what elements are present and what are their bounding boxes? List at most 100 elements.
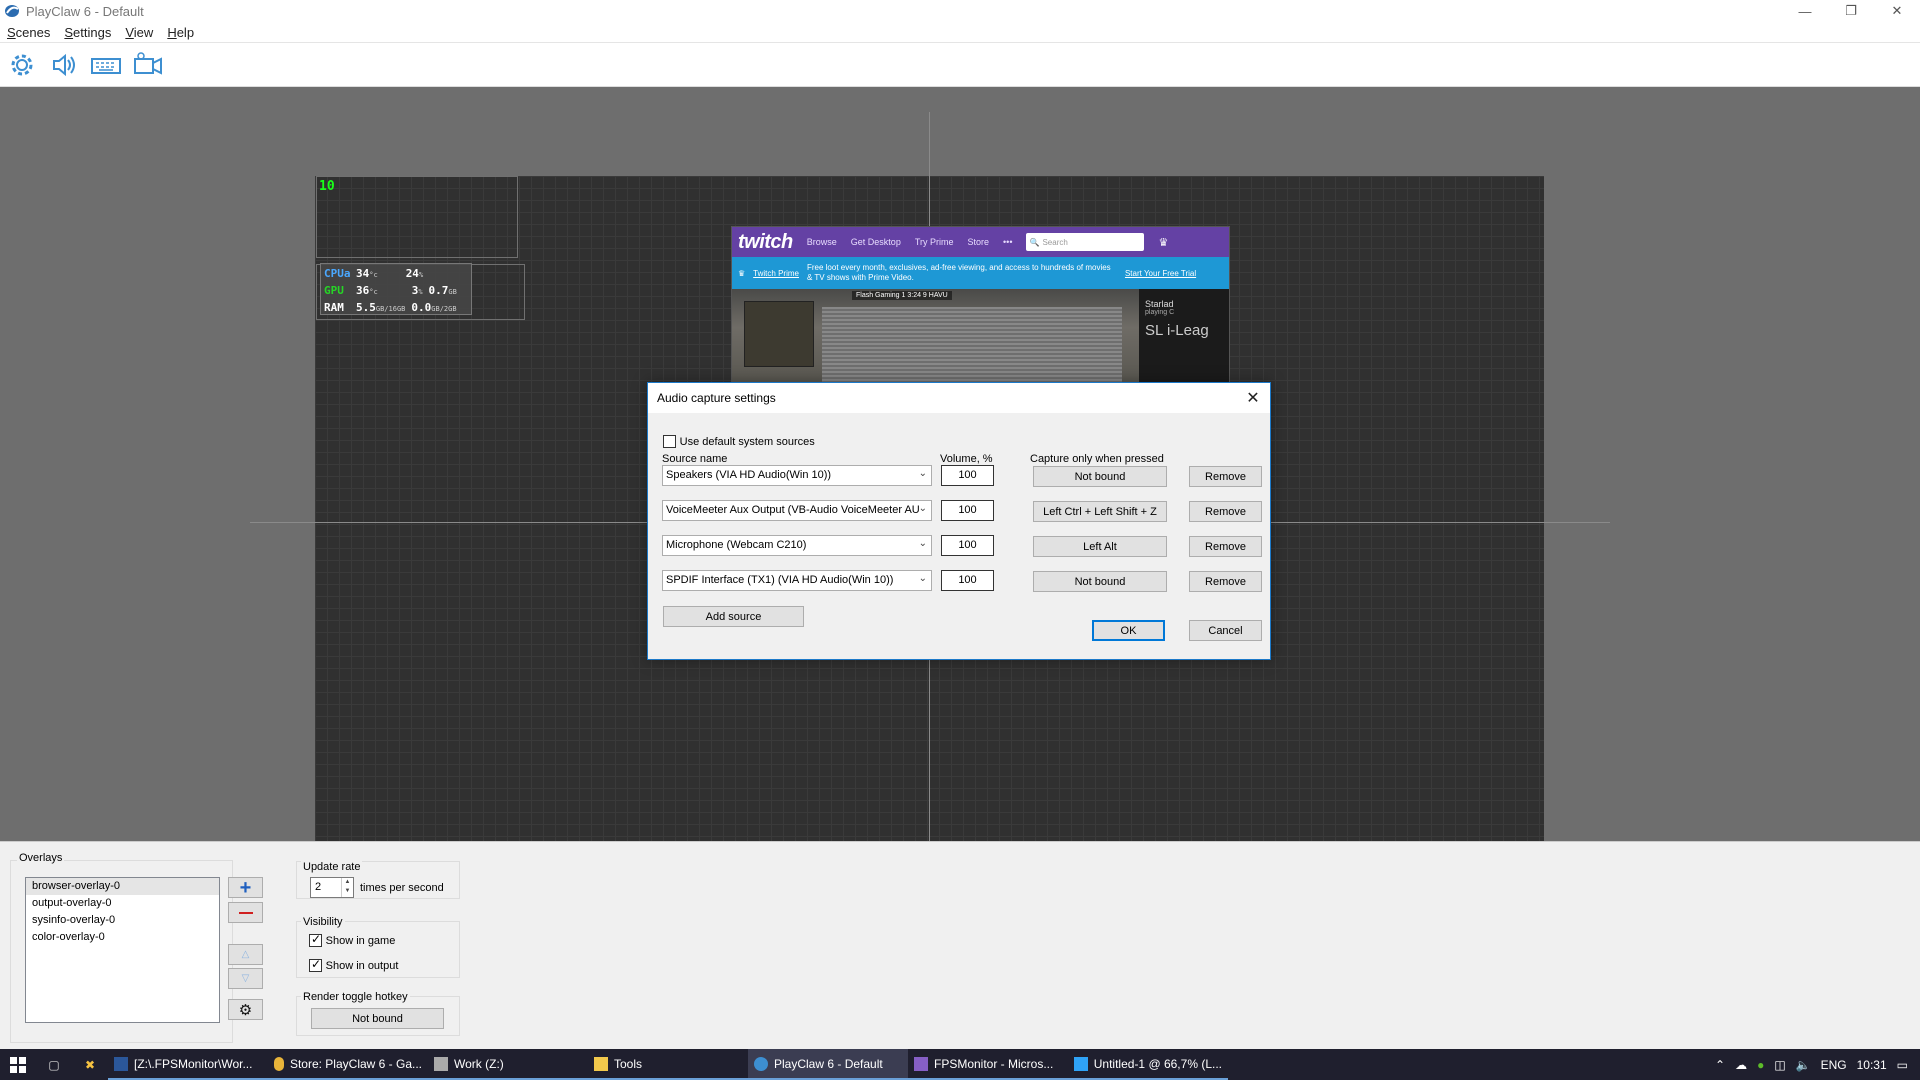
list-item[interactable]: sysinfo-overlay-0	[26, 912, 219, 929]
overlay-settings-button[interactable]: ⚙	[228, 999, 263, 1020]
visibility-title: Visibility	[301, 916, 345, 928]
chevron-down-icon: ⌄	[918, 503, 927, 514]
menu-view[interactable]: View	[118, 25, 160, 40]
taskbar-item[interactable]: Untitled-1 @ 66,7% (L...	[1068, 1049, 1228, 1080]
keyboard-settings-button[interactable]	[88, 47, 124, 83]
remove-button[interactable]: Remove	[1189, 536, 1262, 557]
gpu-mem-unit: GB	[448, 288, 457, 296]
hotkey-button[interactable]: Not bound	[1033, 466, 1167, 487]
volume-field[interactable]: 100	[941, 500, 994, 521]
onedrive-icon[interactable]: ☁	[1735, 1058, 1747, 1072]
stream-video: Flash Gaming 1 3:24 9 HAVU Starlad playi…	[732, 289, 1229, 385]
taskbar-item[interactable]: Work (Z:)	[428, 1049, 588, 1080]
channel-playing: playing C	[1145, 309, 1175, 316]
hotkey-button[interactable]: Left Alt	[1033, 536, 1167, 557]
list-item[interactable]: output-overlay-0	[26, 895, 219, 912]
hotkey-button[interactable]: Left Ctrl + Left Shift + Z	[1033, 501, 1167, 522]
remove-overlay-button[interactable]	[228, 902, 263, 923]
video-settings-button[interactable]	[130, 47, 166, 83]
list-item[interactable]: browser-overlay-0	[26, 878, 219, 895]
show-in-output-row: Show in output	[309, 957, 398, 973]
restore-button[interactable]: ❐	[1828, 0, 1874, 22]
taskbar-item-active[interactable]: PlayClaw 6 - Default	[748, 1049, 908, 1080]
clock[interactable]: 10:31	[1857, 1058, 1887, 1072]
channel-name: Starlad	[1145, 299, 1174, 309]
task-view-button[interactable]: ▢	[36, 1049, 72, 1080]
overlays-list[interactable]: browser-overlay-0 output-overlay-0 sysin…	[25, 877, 220, 1023]
photoshop-icon	[1074, 1056, 1088, 1071]
taskbar-item[interactable]: FPSMonitor - Micros...	[908, 1049, 1068, 1080]
list-item[interactable]: color-overlay-0	[26, 929, 219, 946]
volume-field[interactable]: 100	[941, 535, 994, 556]
channel-sidebar: Starlad playing C SL i-Leag	[1139, 289, 1229, 385]
render-toggle-hotkey-button[interactable]: Not bound	[311, 1008, 444, 1029]
app-tray-icon[interactable]: ●	[1757, 1058, 1764, 1072]
gpu-temp-value: 36	[356, 284, 370, 297]
show-in-game-checkbox[interactable]	[309, 932, 322, 948]
game-hud: Flash Gaming 1 3:24 9 HAVU	[852, 291, 952, 300]
prime-link: Twitch Prime	[753, 268, 799, 278]
language-indicator[interactable]: ENG	[1821, 1058, 1847, 1072]
close-icon[interactable]: ✕	[1242, 388, 1264, 408]
minus-icon	[238, 911, 253, 914]
spinner-arrows-icon[interactable]: ▲ ▼	[341, 878, 353, 897]
use-default-checkbox[interactable]	[663, 435, 676, 449]
source-select[interactable]: Microphone (Webcam C210) ⌄	[662, 535, 932, 556]
remove-button[interactable]: Remove	[1189, 501, 1262, 522]
menu-help[interactable]: Help	[160, 25, 201, 40]
notifications-icon[interactable]: ▭	[1897, 1058, 1908, 1072]
chevron-down-icon: ⌄	[918, 573, 927, 584]
minimize-button[interactable]: —	[1782, 0, 1828, 22]
dialog-title-bar: Audio capture settings ✕	[648, 383, 1270, 413]
gpu-load-unit: %	[418, 288, 423, 296]
chevron-up-icon[interactable]: ⌃	[1715, 1058, 1725, 1072]
menu-bar: Scenes Settings View Help	[0, 22, 1920, 43]
source-select[interactable]: VoiceMeeter Aux Output (VB-Audio VoiceMe…	[662, 500, 932, 521]
taskbar-item[interactable]: Tools	[588, 1049, 748, 1080]
hotkey-button[interactable]: Not bound	[1033, 571, 1167, 592]
fps-overlay-frame[interactable]	[316, 176, 518, 258]
volume-field[interactable]: 100	[941, 570, 994, 591]
visual-studio-icon	[914, 1056, 928, 1071]
move-down-button[interactable]: ▽	[228, 968, 263, 989]
taskbar-item[interactable]: Store: PlayClaw 6 - Ga...	[268, 1049, 428, 1080]
nav-try-prime: Try Prime	[914, 237, 954, 247]
cpu-temp-value: 34	[356, 267, 370, 280]
update-rate-spinner[interactable]: 2 ▲ ▼	[310, 877, 354, 898]
audio-settings-button[interactable]	[46, 47, 82, 83]
add-overlay-button[interactable]: +	[228, 877, 263, 898]
volume-field[interactable]: 100	[941, 465, 994, 486]
ok-button[interactable]: OK	[1092, 620, 1165, 641]
menu-settings[interactable]: Settings	[57, 25, 118, 40]
keyboard-icon	[91, 57, 121, 74]
add-source-button[interactable]: Add source	[663, 606, 804, 627]
menu-scenes[interactable]: Scenes	[0, 25, 57, 40]
remove-button[interactable]: Remove	[1189, 571, 1262, 592]
start-button[interactable]	[0, 1049, 36, 1080]
cancel-button[interactable]: Cancel	[1189, 620, 1262, 641]
source-select[interactable]: SPDIF Interface (TX1) (VIA HD Audio(Win …	[662, 570, 932, 591]
network-icon[interactable]: ◫	[1774, 1058, 1785, 1072]
nav-browse: Browse	[806, 237, 837, 247]
ram-used-unit: GB/16GB	[375, 305, 406, 313]
overlays-title: Overlays	[17, 852, 65, 864]
show-in-game-row: Show in game	[309, 932, 395, 948]
twitch-navbar: twitch Browse Get Desktop Try Prime Stor…	[732, 227, 1229, 257]
volume-icon[interactable]: 🔈	[1796, 1058, 1811, 1072]
source-select-value: Microphone (Webcam C210)	[666, 539, 807, 551]
system-tray: ⌃ ☁ ● ◫ 🔈 ENG 10:31 ▭	[1715, 1049, 1920, 1080]
source-select-value: VoiceMeeter Aux Output (VB-Audio VoiceMe…	[666, 504, 920, 516]
crown-icon: ♛	[1158, 236, 1169, 249]
cpu-temp-unit: °c	[369, 271, 378, 279]
remove-button[interactable]: Remove	[1189, 466, 1262, 487]
close-window-button[interactable]: ✕	[1874, 0, 1920, 22]
taskbar-item[interactable]: [Z:\.FPSMonitor\Wor...	[108, 1049, 268, 1080]
ram-row: RAM 5.5GB/16GB 0.0GB/2GB	[324, 300, 468, 317]
settings-gear-button[interactable]	[4, 47, 40, 83]
pinned-app-button[interactable]: ✖	[72, 1049, 108, 1080]
browser-overlay[interactable]: twitch Browse Get Desktop Try Prime Stor…	[731, 226, 1230, 386]
source-select[interactable]: Speakers (VIA HD Audio(Win 10)) ⌄	[662, 465, 932, 486]
source-select-value: SPDIF Interface (TX1) (VIA HD Audio(Win …	[666, 574, 894, 586]
show-in-output-checkbox[interactable]	[309, 957, 322, 973]
move-up-button[interactable]: △	[228, 944, 263, 965]
